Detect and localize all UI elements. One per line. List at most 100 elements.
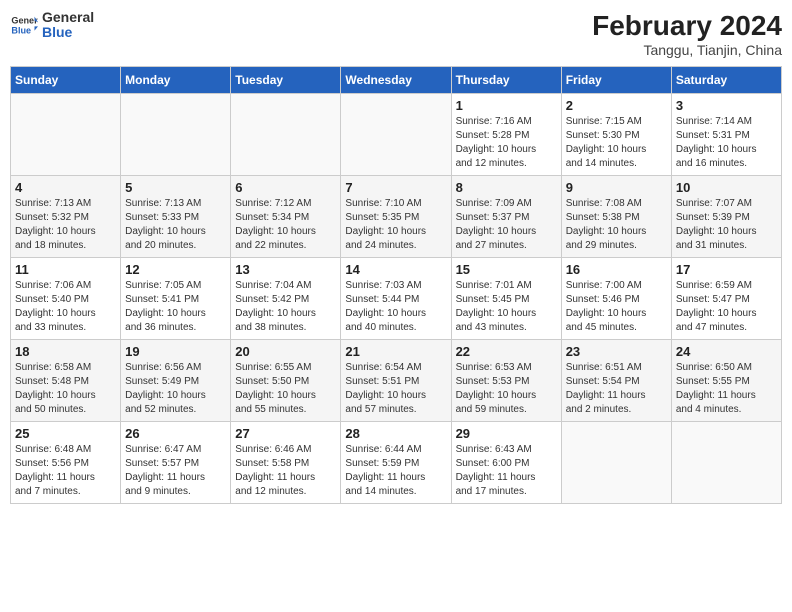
day-info: Sunrise: 7:13 AM Sunset: 5:33 PM Dayligh… (125, 197, 226, 253)
day-cell-10: 10 Sunrise: 7:07 AM Sunset: 5:39 PM Dayli… (671, 176, 781, 258)
day-number: 21 (345, 344, 446, 359)
empty-cell (121, 94, 231, 176)
week-row-1: 1 Sunrise: 7:16 AM Sunset: 5:28 PM Daylig… (11, 94, 782, 176)
day-number: 16 (566, 262, 667, 277)
day-number: 13 (235, 262, 336, 277)
day-number: 26 (125, 426, 226, 441)
day-info: Sunrise: 6:46 AM Sunset: 5:58 PM Dayligh… (235, 443, 336, 499)
day-number: 12 (125, 262, 226, 277)
day-number: 19 (125, 344, 226, 359)
week-row-5: 25 Sunrise: 6:48 AM Sunset: 5:56 PM Dayli… (11, 422, 782, 504)
empty-cell (341, 94, 451, 176)
weekday-header-thursday: Thursday (451, 67, 561, 94)
day-cell-28: 28 Sunrise: 6:44 AM Sunset: 5:59 PM Dayli… (341, 422, 451, 504)
day-number: 8 (456, 180, 557, 195)
day-info: Sunrise: 7:16 AM Sunset: 5:28 PM Dayligh… (456, 115, 557, 171)
day-number: 9 (566, 180, 667, 195)
header: General Blue General Blue February 2024 … (10, 10, 782, 58)
empty-cell (11, 94, 121, 176)
day-info: Sunrise: 7:00 AM Sunset: 5:46 PM Dayligh… (566, 279, 667, 335)
day-info: Sunrise: 7:07 AM Sunset: 5:39 PM Dayligh… (676, 197, 777, 253)
day-info: Sunrise: 7:06 AM Sunset: 5:40 PM Dayligh… (15, 279, 116, 335)
day-info: Sunrise: 6:48 AM Sunset: 5:56 PM Dayligh… (15, 443, 116, 499)
day-number: 18 (15, 344, 116, 359)
day-info: Sunrise: 6:50 AM Sunset: 5:55 PM Dayligh… (676, 361, 777, 417)
day-cell-9: 9Sunrise: 7:08 AM Sunset: 5:38 PM Daylig… (561, 176, 671, 258)
week-row-4: 18 Sunrise: 6:58 AM Sunset: 5:48 PM Dayli… (11, 340, 782, 422)
weekday-header-tuesday: Tuesday (231, 67, 341, 94)
day-info: Sunrise: 7:15 AM Sunset: 5:30 PM Dayligh… (566, 115, 667, 171)
day-number: 28 (345, 426, 446, 441)
day-number: 27 (235, 426, 336, 441)
day-info: Sunrise: 6:47 AM Sunset: 5:57 PM Dayligh… (125, 443, 226, 499)
day-info: Sunrise: 7:03 AM Sunset: 5:44 PM Dayligh… (345, 279, 446, 335)
day-cell-1: 1 Sunrise: 7:16 AM Sunset: 5:28 PM Daylig… (451, 94, 561, 176)
day-cell-7: 7 Sunrise: 7:10 AM Sunset: 5:35 PM Daylig… (341, 176, 451, 258)
day-cell-22: 22Sunrise: 6:53 AM Sunset: 5:53 PM Dayli… (451, 340, 561, 422)
location: Tanggu, Tianjin, China (592, 42, 782, 58)
empty-cell (231, 94, 341, 176)
day-cell-2: 2 Sunrise: 7:15 AM Sunset: 5:30 PM Daylig… (561, 94, 671, 176)
day-info: Sunrise: 7:10 AM Sunset: 5:35 PM Dayligh… (345, 197, 446, 253)
day-info: Sunrise: 6:58 AM Sunset: 5:48 PM Dayligh… (15, 361, 116, 417)
day-info: Sunrise: 7:13 AM Sunset: 5:32 PM Dayligh… (15, 197, 116, 253)
day-number: 20 (235, 344, 336, 359)
week-row-2: 4Sunrise: 7:13 AM Sunset: 5:32 PM Daylig… (11, 176, 782, 258)
day-info: Sunrise: 6:59 AM Sunset: 5:47 PM Dayligh… (676, 279, 777, 335)
day-info: Sunrise: 6:56 AM Sunset: 5:49 PM Dayligh… (125, 361, 226, 417)
day-cell-26: 26 Sunrise: 6:47 AM Sunset: 5:57 PM Dayli… (121, 422, 231, 504)
day-number: 24 (676, 344, 777, 359)
logo-icon: General Blue (10, 11, 38, 39)
day-cell-18: 18 Sunrise: 6:58 AM Sunset: 5:48 PM Dayli… (11, 340, 121, 422)
day-cell-27: 27 Sunrise: 6:46 AM Sunset: 5:58 PM Dayli… (231, 422, 341, 504)
day-info: Sunrise: 6:54 AM Sunset: 5:51 PM Dayligh… (345, 361, 446, 417)
day-cell-5: 5 Sunrise: 7:13 AM Sunset: 5:33 PM Daylig… (121, 176, 231, 258)
svg-text:Blue: Blue (11, 26, 31, 36)
day-cell-11: 11 Sunrise: 7:06 AM Sunset: 5:40 PM Dayli… (11, 258, 121, 340)
day-number: 5 (125, 180, 226, 195)
day-number: 3 (676, 98, 777, 113)
empty-cell (561, 422, 671, 504)
day-cell-3: 3Sunrise: 7:14 AM Sunset: 5:31 PM Daylig… (671, 94, 781, 176)
month-year: February 2024 (592, 10, 782, 42)
weekday-header-sunday: Sunday (11, 67, 121, 94)
calendar-table: SundayMondayTuesdayWednesdayThursdayFrid… (10, 66, 782, 504)
day-cell-21: 21 Sunrise: 6:54 AM Sunset: 5:51 PM Dayli… (341, 340, 451, 422)
day-number: 6 (235, 180, 336, 195)
day-cell-4: 4Sunrise: 7:13 AM Sunset: 5:32 PM Daylig… (11, 176, 121, 258)
day-cell-29: 29Sunrise: 6:43 AM Sunset: 6:00 PM Dayli… (451, 422, 561, 504)
logo-general: General (42, 10, 94, 25)
day-number: 1 (456, 98, 557, 113)
day-number: 29 (456, 426, 557, 441)
day-cell-13: 13 Sunrise: 7:04 AM Sunset: 5:42 PM Dayli… (231, 258, 341, 340)
day-info: Sunrise: 6:53 AM Sunset: 5:53 PM Dayligh… (456, 361, 557, 417)
day-number: 23 (566, 344, 667, 359)
day-info: Sunrise: 7:04 AM Sunset: 5:42 PM Dayligh… (235, 279, 336, 335)
day-cell-14: 14Sunrise: 7:03 AM Sunset: 5:44 PM Dayli… (341, 258, 451, 340)
day-number: 2 (566, 98, 667, 113)
day-cell-16: 16 Sunrise: 7:00 AM Sunset: 5:46 PM Dayli… (561, 258, 671, 340)
day-number: 7 (345, 180, 446, 195)
day-number: 15 (456, 262, 557, 277)
title-area: February 2024 Tanggu, Tianjin, China (592, 10, 782, 58)
week-row-3: 11 Sunrise: 7:06 AM Sunset: 5:40 PM Dayli… (11, 258, 782, 340)
logo: General Blue General Blue (10, 10, 94, 41)
day-cell-12: 12 Sunrise: 7:05 AM Sunset: 5:41 PM Dayli… (121, 258, 231, 340)
day-info: Sunrise: 6:55 AM Sunset: 5:50 PM Dayligh… (235, 361, 336, 417)
day-number: 11 (15, 262, 116, 277)
day-info: Sunrise: 7:01 AM Sunset: 5:45 PM Dayligh… (456, 279, 557, 335)
weekday-header-saturday: Saturday (671, 67, 781, 94)
day-cell-24: 24 Sunrise: 6:50 AM Sunset: 5:55 PM Dayli… (671, 340, 781, 422)
day-number: 10 (676, 180, 777, 195)
day-cell-15: 15 Sunrise: 7:01 AM Sunset: 5:45 PM Dayli… (451, 258, 561, 340)
day-info: Sunrise: 7:09 AM Sunset: 5:37 PM Dayligh… (456, 197, 557, 253)
day-info: Sunrise: 6:44 AM Sunset: 5:59 PM Dayligh… (345, 443, 446, 499)
day-cell-25: 25 Sunrise: 6:48 AM Sunset: 5:56 PM Dayli… (11, 422, 121, 504)
day-info: Sunrise: 7:05 AM Sunset: 5:41 PM Dayligh… (125, 279, 226, 335)
svg-text:General: General (11, 16, 38, 26)
day-number: 25 (15, 426, 116, 441)
day-cell-20: 20 Sunrise: 6:55 AM Sunset: 5:50 PM Dayli… (231, 340, 341, 422)
empty-cell (671, 422, 781, 504)
weekday-header-row: SundayMondayTuesdayWednesdayThursdayFrid… (11, 67, 782, 94)
day-cell-19: 19 Sunrise: 6:56 AM Sunset: 5:49 PM Dayli… (121, 340, 231, 422)
